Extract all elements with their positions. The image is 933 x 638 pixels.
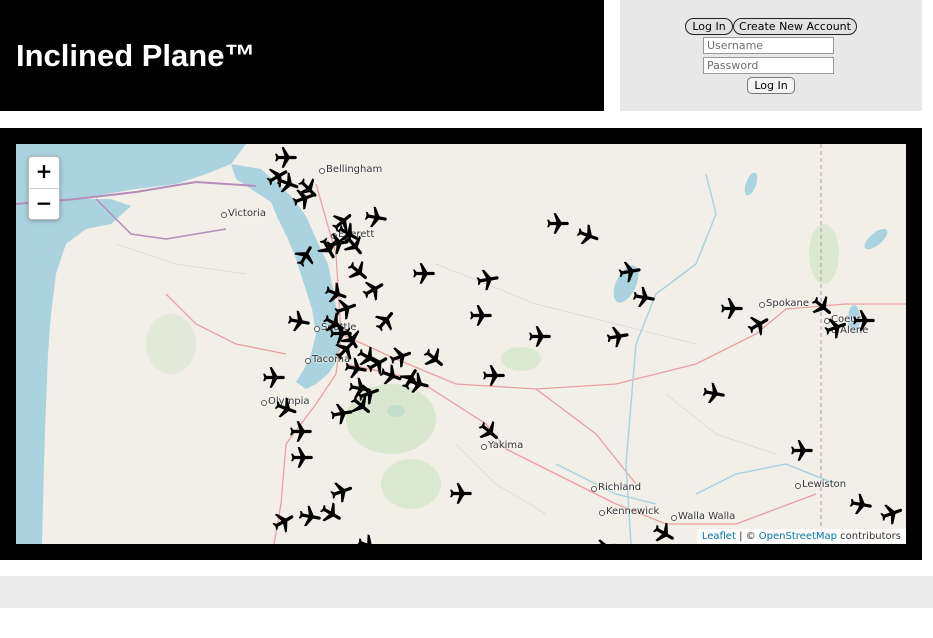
password-field[interactable]: [703, 57, 834, 74]
attribution-suffix: contributors: [837, 531, 901, 542]
airplane-icon[interactable]: [448, 481, 474, 507]
airplane-icon[interactable]: [284, 307, 314, 337]
city-label: Richland: [590, 482, 642, 493]
airplane-icon[interactable]: [473, 265, 503, 295]
zoom-control: + −: [28, 156, 60, 220]
create-account-button[interactable]: Create New Account: [733, 18, 857, 35]
airplane-icon[interactable]: [629, 283, 659, 313]
zoom-out-button[interactable]: −: [29, 189, 59, 220]
airplane-icon[interactable]: [603, 322, 633, 352]
airplane-icon[interactable]: [468, 303, 494, 329]
login-panel: Log In Create New Account Log In: [620, 0, 922, 111]
airplane-icon[interactable]: [545, 211, 571, 237]
city-label: Victoria: [221, 208, 266, 219]
username-field[interactable]: [703, 37, 834, 54]
leaflet-link[interactable]: Leaflet: [702, 531, 736, 542]
city-label: Bellingham: [318, 164, 383, 175]
airplane-icon[interactable]: [719, 296, 745, 322]
map-frame: Bellingham Victoria Everett Seattle Taco…: [0, 128, 922, 560]
airplane-icon[interactable]: [527, 324, 553, 350]
city-label: Spokane: [758, 298, 810, 309]
airplane-icon[interactable]: [615, 257, 645, 287]
site-title: Inclined Plane™: [16, 38, 256, 73]
airplane-icon[interactable]: [846, 490, 876, 520]
map-view[interactable]: Bellingham Victoria Everett Seattle Taco…: [16, 144, 906, 544]
site-header: Inclined Plane™: [0, 0, 604, 111]
airplane-icon[interactable]: [289, 445, 315, 471]
map-attribution: Leaflet | © OpenStreetMap contributors: [696, 529, 906, 544]
zoom-in-button[interactable]: +: [29, 157, 59, 189]
attribution-separator: | ©: [735, 531, 759, 542]
openstreetmap-link[interactable]: OpenStreetMap: [759, 531, 837, 542]
login-submit-button[interactable]: Log In: [747, 77, 795, 94]
airplane-icon[interactable]: [851, 308, 877, 334]
airplane-icon[interactable]: [481, 363, 507, 389]
city-label: Lewiston: [794, 479, 847, 490]
airplane-icon[interactable]: [789, 438, 815, 464]
login-tab-button[interactable]: Log In: [685, 18, 733, 35]
airplane-icon[interactable]: [288, 419, 314, 445]
city-label: Kennewick: [598, 506, 660, 517]
airplane-icon[interactable]: [327, 399, 357, 429]
city-label: Walla Walla: [670, 511, 736, 522]
airplane-icon[interactable]: [411, 261, 437, 287]
airplane-icon[interactable]: [699, 379, 729, 409]
airplane-icon[interactable]: [261, 365, 287, 391]
page-footer: [0, 576, 933, 608]
